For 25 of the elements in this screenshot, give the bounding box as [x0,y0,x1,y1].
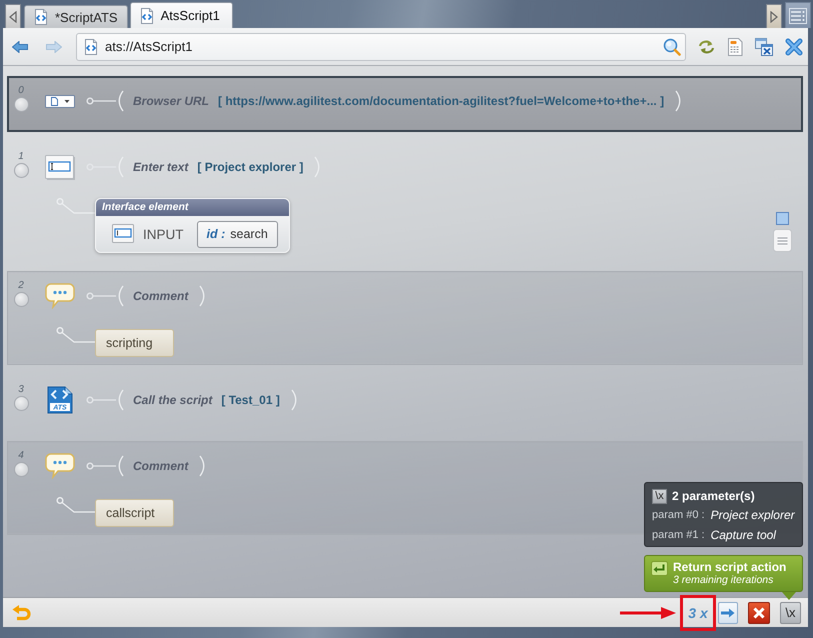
action-value: [ Test_01 ] [221,393,280,407]
step-number: 0 [18,85,24,96]
iteration-count: 3 x [688,604,708,620]
action-label: Comment [133,459,188,473]
locator-chip: id : search [196,220,278,248]
comment-note: callscript [95,499,174,527]
action-value: [ https://www.agilitest.com/documentation-agilitest?fuel=Welcome+to+the+... ] [218,94,664,108]
step-number: 1 [18,151,24,162]
element-type: INPUT [143,226,184,242]
popup-title: 2 parameter(s) [672,489,755,503]
step-number: 2 [18,280,24,291]
action-label: Comment [133,289,188,303]
callout-title: Return script action [673,560,786,574]
param-label: param #0 : [652,509,705,521]
action-label: Browser URL [133,94,210,108]
action-label: Call the script [133,393,212,407]
comment-note: scripting [95,329,174,357]
callout-subtitle: 3 remaining iterations [673,574,774,587]
card-header: Interface element [96,199,289,216]
variable-symbol: \x [652,488,667,504]
action-label: Enter text [133,160,188,174]
step-number: 3 [18,384,24,395]
action-value: [ Project explorer ] [197,160,304,174]
step-number: 4 [18,450,24,461]
param-value: Project explorer [710,508,795,522]
